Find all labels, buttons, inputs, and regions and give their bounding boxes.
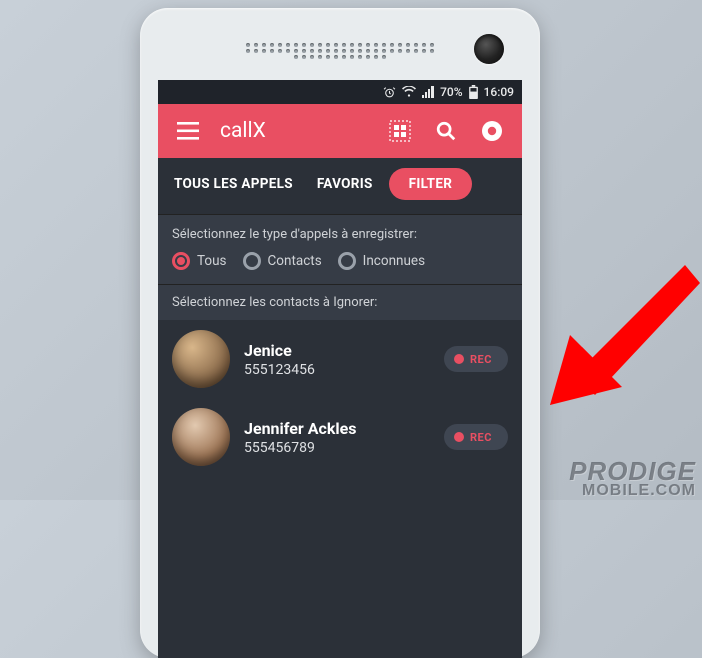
tab-favorites[interactable]: FAVORIS (309, 168, 381, 200)
app-title: callX (214, 119, 374, 143)
record-button[interactable] (472, 111, 512, 151)
watermark-line2: MOBILE.COM (569, 484, 696, 498)
filter-type-radio-row: Tous Contacts Inconnues (172, 252, 508, 270)
phone-speaker (245, 42, 435, 60)
tab-filter[interactable]: FILTER (389, 168, 473, 200)
contact-name: Jennifer Ackles (244, 419, 430, 438)
contact-name: Jenice (244, 341, 430, 360)
radio-all-label: Tous (197, 253, 227, 269)
avatar (172, 408, 230, 466)
phone-screen: 70% 16:09 callX (158, 80, 522, 658)
rec-label: REC (470, 431, 492, 444)
filter-type-label: Sélectionnez le type d'appels à enregist… (172, 223, 508, 252)
contact-row[interactable]: Jennifer Ackles 555456789 REC (158, 398, 522, 476)
wifi-icon (402, 86, 416, 98)
hamburger-menu-button[interactable] (168, 111, 208, 151)
hamburger-icon (177, 122, 199, 140)
rec-dot-icon (454, 432, 464, 442)
contact-row[interactable]: Jenice 555123456 REC (158, 320, 522, 398)
phone-frame: 70% 16:09 callX (140, 8, 540, 658)
clock-time: 16:09 (484, 85, 514, 99)
watermark-line1: PRODIGE (569, 460, 696, 483)
appbar: callX (158, 104, 522, 158)
alarm-icon (383, 86, 396, 99)
battery-icon (469, 85, 478, 99)
contact-number: 555456789 (244, 440, 430, 456)
contact-meta: Jennifer Ackles 555456789 (244, 419, 430, 456)
avatar (172, 330, 230, 388)
rec-dot-icon (454, 354, 464, 364)
radio-icon (243, 252, 261, 270)
radio-contacts[interactable]: Contacts (243, 252, 322, 270)
record-icon (480, 119, 504, 143)
tab-all-calls[interactable]: TOUS LES APPELS (166, 168, 301, 200)
rec-toggle[interactable]: REC (444, 424, 508, 450)
contact-meta: Jenice 555123456 (244, 341, 430, 378)
watermark: PRODIGE MOBILE.COM (569, 460, 696, 498)
filter-type-section: Sélectionnez le type d'appels à enregist… (158, 214, 522, 284)
contact-number: 555123456 (244, 362, 430, 378)
phone-camera (474, 34, 504, 64)
search-button[interactable] (426, 111, 466, 151)
multiselect-button[interactable] (380, 111, 420, 151)
rec-label: REC (470, 353, 492, 366)
battery-percent: 70% (440, 85, 462, 99)
radio-icon (172, 252, 190, 270)
radio-icon (338, 252, 356, 270)
radio-contacts-label: Contacts (268, 253, 322, 269)
radio-unknown[interactable]: Inconnues (338, 252, 425, 270)
annotation-arrow-icon (540, 255, 700, 415)
rec-toggle[interactable]: REC (444, 346, 508, 372)
tabs: TOUS LES APPELS FAVORIS FILTER (158, 158, 522, 214)
radio-all[interactable]: Tous (172, 252, 227, 270)
grid-select-icon (389, 120, 411, 142)
radio-unknown-label: Inconnues (363, 253, 425, 269)
signal-icon (422, 86, 434, 98)
search-icon (435, 120, 457, 142)
android-statusbar: 70% 16:09 (158, 80, 522, 104)
filter-ignore-label: Sélectionnez les contacts à Ignorer: (158, 284, 522, 320)
